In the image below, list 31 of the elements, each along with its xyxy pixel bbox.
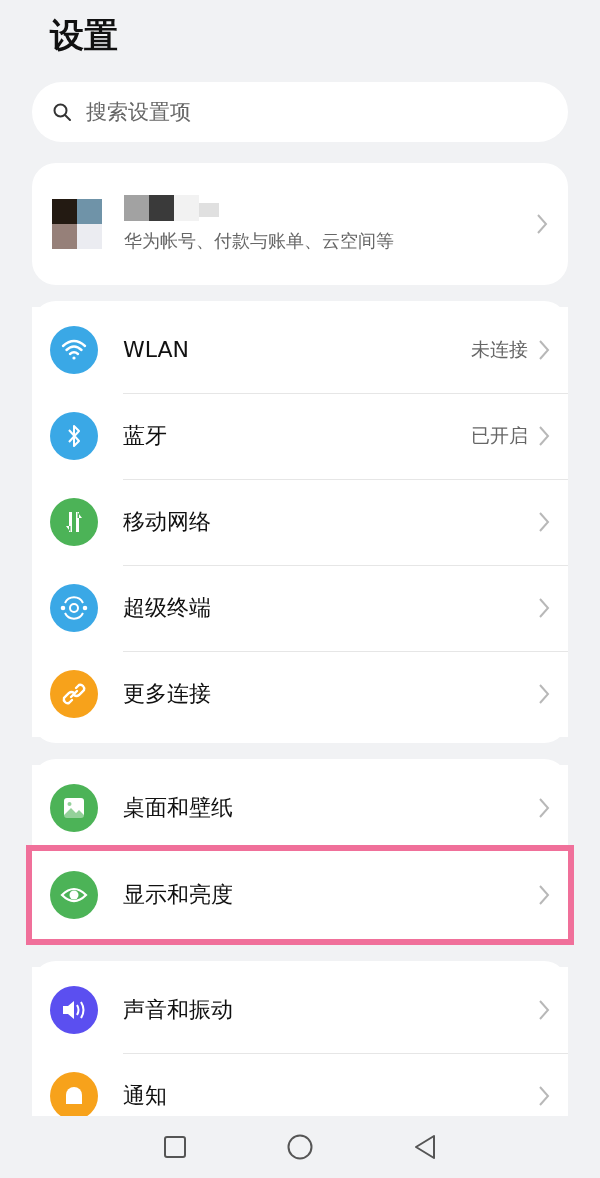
chevron-icon: [538, 596, 550, 619]
item-label: 移动网络: [123, 507, 212, 536]
item-label: 更多连接: [123, 680, 212, 708]
settings-item[interactable]: 声音和振动: [32, 967, 568, 1053]
page-title: 设置: [50, 14, 118, 57]
search-icon: [52, 102, 72, 122]
chevron-icon: [536, 213, 548, 235]
chevron-icon: [538, 683, 550, 705]
chevron-icon: [538, 884, 550, 906]
chevron-icon: [538, 796, 550, 819]
chevron-icon: [538, 424, 550, 447]
chevron-icon: [538, 998, 550, 1021]
item-status: 未连接: [471, 336, 528, 362]
item-status: 已开启: [471, 422, 528, 448]
item-label: 声音和振动: [123, 995, 234, 1024]
recents-button[interactable]: [163, 1135, 187, 1159]
chevron-icon: [538, 1085, 550, 1107]
item-label: 蓝牙: [123, 421, 168, 450]
home-button[interactable]: [287, 1134, 313, 1160]
chevron-icon: [538, 510, 550, 533]
search-field[interactable]: 搜索设置项: [32, 82, 568, 142]
account-card[interactable]: 华为帐号、付款与账单、云空间等: [32, 163, 568, 285]
item-label: WLAN: [123, 337, 191, 362]
settings-item[interactable]: WLAN 未连接: [32, 307, 568, 393]
item-label: 显示和亮度: [123, 881, 234, 909]
item-label: 桌面和壁纸: [123, 793, 234, 822]
chevron-icon: [538, 338, 550, 361]
back-button[interactable]: [413, 1134, 437, 1160]
account-subtitle: 华为帐号、付款与账单、云空间等: [124, 229, 395, 253]
item-label: 超级终端: [123, 593, 212, 622]
item-label: 通知: [123, 1082, 168, 1110]
